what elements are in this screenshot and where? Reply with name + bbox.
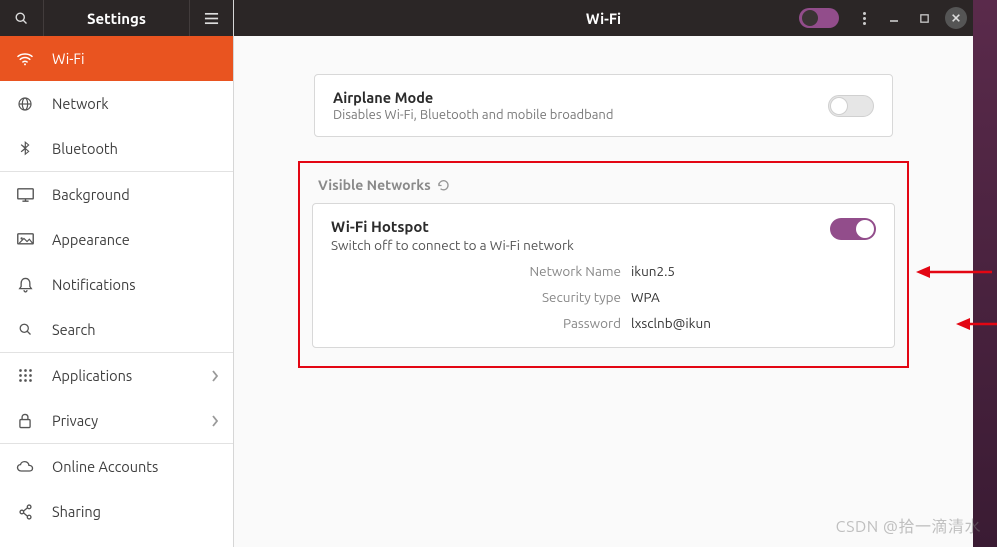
share-icon (14, 504, 36, 520)
search-button[interactable] (0, 0, 44, 36)
sidebar-item-applications[interactable]: Applications (0, 353, 233, 398)
sidebar-item-label: Bluetooth (52, 140, 118, 157)
airplane-mode-toggle[interactable] (828, 95, 874, 117)
main-panel: Wi-Fi Airplane Mode Disables Wi-Fi, Blue… (234, 0, 973, 547)
grid-icon (14, 368, 36, 383)
hotspot-password-row: Password lxsclnb@ikun (331, 315, 876, 331)
globe-icon (14, 96, 36, 112)
hotspot-security-value: WPA (631, 289, 660, 305)
wifi-hotspot-card: Wi-Fi Hotspot Switch off to connect to a… (312, 203, 895, 348)
wifi-icon (14, 52, 36, 66)
bluetooth-icon (14, 141, 36, 157)
hotspot-subtitle: Switch off to connect to a Wi-Fi network (331, 237, 830, 253)
chevron-right-icon (211, 415, 219, 427)
sidebar-title: Settings (44, 10, 189, 27)
content-area: Airplane Mode Disables Wi-Fi, Bluetooth … (234, 36, 973, 406)
sidebar-item-label: Network (52, 95, 109, 112)
minimize-button[interactable] (881, 6, 907, 30)
sidebar-item-label: Applications (52, 367, 132, 384)
hotspot-toggle[interactable] (830, 218, 876, 240)
sidebar-item-label: Online Accounts (52, 458, 158, 475)
visible-networks-label: Visible Networks (318, 177, 891, 193)
annotation-highlight-box: Visible Networks Wi-Fi Hotspot Switch of… (298, 161, 909, 368)
sidebar-item-background[interactable]: Background (0, 172, 233, 217)
search-icon (14, 322, 36, 337)
desktop-icon (14, 188, 36, 202)
maximize-button[interactable] (911, 6, 937, 30)
hotspot-title: Wi-Fi Hotspot (331, 218, 830, 235)
airplane-mode-title: Airplane Mode (333, 89, 828, 106)
page-title: Wi-Fi (586, 10, 621, 27)
sidebar-item-appearance[interactable]: Appearance (0, 217, 233, 262)
hotspot-security-row: Security type WPA (331, 289, 876, 305)
sidebar-item-bluetooth[interactable]: Bluetooth (0, 126, 233, 171)
kebab-icon (863, 12, 866, 25)
desktop-background-sliver (973, 0, 997, 547)
sidebar-item-privacy[interactable]: Privacy (0, 398, 233, 443)
chevron-right-icon (211, 370, 219, 382)
refresh-icon[interactable] (437, 179, 450, 192)
sidebar-item-label: Wi-Fi (52, 50, 85, 67)
kebab-menu-button[interactable] (851, 6, 877, 30)
titlebar: Wi-Fi (234, 0, 973, 36)
sidebar-item-label: Background (52, 186, 130, 203)
hotspot-network-name-value: ikun2.5 (631, 263, 675, 279)
appearance-icon (14, 233, 36, 247)
sidebar-item-online-accounts[interactable]: Online Accounts (0, 444, 233, 489)
sidebar-item-search[interactable]: Search (0, 307, 233, 352)
close-button[interactable] (945, 7, 967, 29)
sidebar-item-sharing[interactable]: Sharing (0, 489, 233, 534)
cloud-icon (14, 460, 36, 473)
sidebar-item-notifications[interactable]: Notifications (0, 262, 233, 307)
sidebar-item-label: Privacy (52, 412, 98, 429)
hotspot-password-value: lxsclnb@ikun (631, 315, 711, 331)
airplane-mode-subtitle: Disables Wi-Fi, Bluetooth and mobile bro… (333, 108, 828, 122)
lock-icon (14, 413, 36, 429)
airplane-mode-card: Airplane Mode Disables Wi-Fi, Bluetooth … (314, 74, 893, 137)
sidebar-item-label: Sharing (52, 503, 101, 520)
sidebar-item-label: Appearance (52, 231, 130, 248)
bell-icon (14, 277, 36, 293)
sidebar-item-label: Search (52, 321, 96, 338)
sidebar-header: Settings (0, 0, 233, 36)
hotspot-network-name-row: Network Name ikun2.5 (331, 263, 876, 279)
wifi-master-toggle[interactable] (799, 8, 839, 28)
settings-sidebar: Settings Wi-Fi Network Bluetooth Backgro… (0, 0, 234, 547)
hamburger-button[interactable] (189, 0, 233, 36)
sidebar-list: Wi-Fi Network Bluetooth Background Appea… (0, 36, 233, 547)
sidebar-item-wifi[interactable]: Wi-Fi (0, 36, 233, 81)
sidebar-item-network[interactable]: Network (0, 81, 233, 126)
sidebar-item-label: Notifications (52, 276, 136, 293)
